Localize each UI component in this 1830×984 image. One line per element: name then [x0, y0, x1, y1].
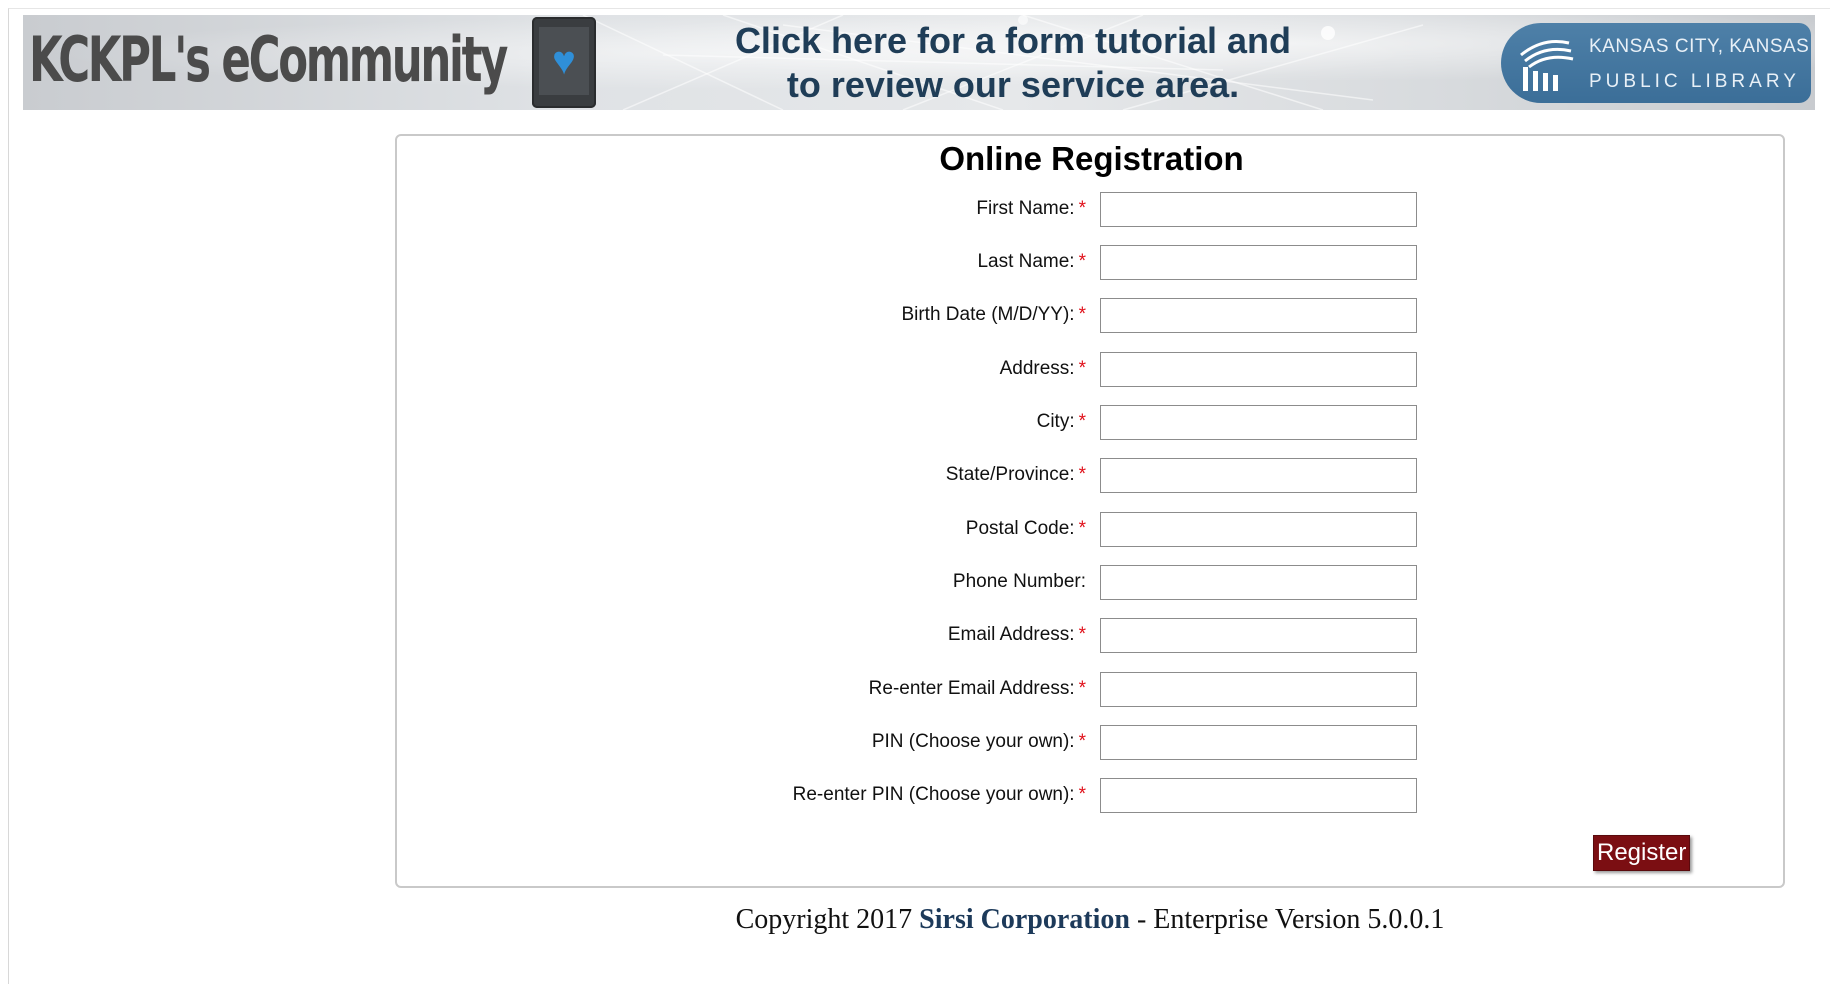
address-label: Address: *: [999, 358, 1086, 379]
copyright-prefix: Copyright 2017: [735, 904, 913, 935]
phone-number-input[interactable]: [1100, 565, 1417, 600]
phone-number-label: Phone Number:: [952, 571, 1086, 592]
state-province-label: State/Province: *: [945, 464, 1086, 485]
field-row-email-confirm: Re-enter Email Address: *: [397, 672, 1786, 708]
field-row-first-name: First Name: *: [397, 192, 1786, 228]
required-marker: *: [1078, 198, 1086, 219]
state-province-input[interactable]: [1100, 458, 1417, 493]
required-marker: *: [1078, 731, 1086, 752]
reenter-email-label: Re-enter Email Address: *: [868, 678, 1086, 699]
field-row-pin-confirm: Re-enter PIN (Choose your own): *: [397, 778, 1786, 814]
postal-code-label: Postal Code: *: [965, 518, 1086, 539]
field-row-phone: Phone Number:: [397, 565, 1786, 601]
heart-tablet-icon: ♥: [532, 17, 596, 108]
address-input[interactable]: [1100, 352, 1417, 387]
required-marker: *: [1078, 304, 1086, 325]
required-marker: *: [1078, 678, 1086, 699]
field-row-email: Email Address: *: [397, 618, 1786, 654]
required-marker: *: [1078, 518, 1086, 539]
reenter-email-input[interactable]: [1100, 672, 1417, 707]
required-marker: *: [1078, 411, 1086, 432]
last-name-input[interactable]: [1100, 245, 1417, 280]
required-marker: *: [1078, 784, 1086, 805]
field-row-address: Address: *: [397, 352, 1786, 388]
reenter-pin-label: Re-enter PIN (Choose your own): *: [792, 784, 1086, 805]
city-label: City: *: [1036, 411, 1086, 432]
birth-date-input[interactable]: [1100, 298, 1417, 333]
required-marker: *: [1078, 251, 1086, 272]
sirsi-corporation-text: Sirsi Corporation: [919, 904, 1130, 935]
ecommunity-title: KCKPL's eCommunity: [29, 23, 508, 96]
city-input[interactable]: [1100, 405, 1417, 440]
pin-label: PIN (Choose your own): *: [871, 731, 1086, 752]
header-banner: KCKPL's eCommunity ♥ Click here for a fo…: [23, 15, 1815, 110]
field-row-birth-date: Birth Date (M/D/YY): *: [397, 298, 1786, 334]
email-address-input[interactable]: [1100, 618, 1417, 653]
kck-public-library-logo[interactable]: KANSAS CITY, KANSAS PUBLIC LIBRARY: [1501, 23, 1811, 103]
last-name-label: Last Name: *: [977, 251, 1086, 272]
first-name-input[interactable]: [1100, 192, 1417, 227]
heart-icon: ♥: [552, 39, 576, 83]
pin-input[interactable]: [1100, 725, 1417, 760]
form-tutorial-link[interactable]: Click here for a form tutorial and to re…: [703, 19, 1323, 107]
form-title: Online Registration: [939, 140, 1244, 177]
required-marker: *: [1078, 464, 1086, 485]
library-columns-icon: [1520, 40, 1574, 91]
field-row-postal-code: Postal Code: *: [397, 512, 1786, 548]
field-row-city: City: *: [397, 405, 1786, 441]
birth-date-label: Birth Date (M/D/YY): *: [901, 304, 1086, 325]
copyright-footer: Copyright 2017 Sirsi Corporation - Enter…: [0, 904, 1830, 936]
registration-form: Online Registration First Name: * Last Na…: [395, 134, 1785, 888]
logo-city-text: KANSAS CITY, KANSAS: [1589, 36, 1810, 57]
reenter-pin-input[interactable]: [1100, 778, 1417, 813]
tutorial-link-line1: Click here for a form tutorial and: [734, 20, 1292, 61]
required-marker: *: [1078, 624, 1086, 645]
logo-library-text: PUBLIC LIBRARY: [1589, 71, 1800, 92]
field-row-state: State/Province: *: [397, 458, 1786, 494]
email-address-label: Email Address: *: [947, 624, 1086, 645]
field-row-pin: PIN (Choose your own): *: [397, 725, 1786, 761]
version-text: - Enterprise Version 5.0.0.1: [1136, 904, 1445, 935]
tutorial-link-line2: to review our service area.: [786, 64, 1240, 105]
required-marker: *: [1078, 358, 1086, 379]
first-name-label: First Name: *: [976, 198, 1086, 219]
field-row-last-name: Last Name: *: [397, 245, 1786, 281]
postal-code-input[interactable]: [1100, 512, 1417, 547]
register-button[interactable]: Register: [1593, 835, 1691, 871]
